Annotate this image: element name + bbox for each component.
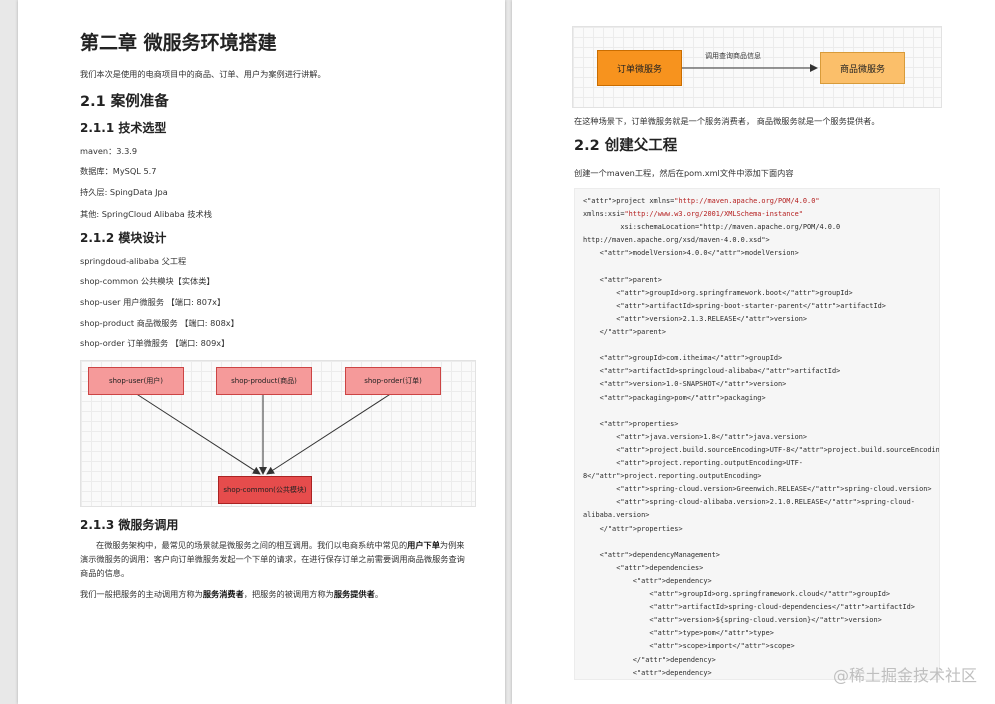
node-product-service: 商品微服务 bbox=[820, 52, 905, 84]
watermark: @稀土掘金技术社区 bbox=[832, 666, 977, 685]
code-line: <"attr">artifactId>spring-boot-starter-p… bbox=[583, 301, 886, 310]
code-line: <"attr">groupId>org.springframework.clou… bbox=[583, 590, 891, 598]
tech-item: 数据库：MySQL 5.7 bbox=[80, 166, 157, 176]
para2-text-c: ，把服务的被调用方称为 bbox=[243, 589, 334, 599]
para2-text-e: 。 bbox=[374, 589, 384, 599]
code-line: <"attr">modelVersion>4.0.0</"attr">model… bbox=[583, 249, 799, 258]
tech-item: 其他: SpringCloud Alibaba 技术栈 bbox=[80, 209, 212, 219]
chapter-title: 第二章 微服务环境搭建 bbox=[80, 32, 277, 54]
node-shop-order: shop-order(订单) bbox=[345, 367, 441, 395]
code-line: <"attr">artifactId>springcloud-alibaba</… bbox=[583, 367, 841, 376]
code-line: <"attr">version>1.0-SNAPSHOT</"attr">ver… bbox=[583, 380, 787, 389]
code-line: <"attr">version>${spring-cloud.version}<… bbox=[583, 616, 882, 625]
section-2-1-1-title: 2.1.1 技术选型 bbox=[80, 121, 167, 135]
code-line: </"attr">properties> bbox=[583, 524, 683, 533]
code-line: <"attr">dependencies> bbox=[583, 563, 704, 572]
section-2-2-title: 2.2 创建父工程 bbox=[574, 138, 678, 154]
module-diagram: shop-user(用户) shop-product(商品) shop-orde… bbox=[80, 360, 476, 507]
section-2-1-3-title: 2.1.3 微服务调用 bbox=[80, 518, 179, 532]
right-page: 订单微服务 调用查询商品信息 商品微服务 在这种场景下，订单微服务就是一个服务消… bbox=[512, 0, 995, 704]
node-order-service: 订单微服务 bbox=[597, 50, 682, 86]
paragraph-roles: 我们一般把服务的主动调用方称为服务消费者，把服务的被调用方称为服务提供者。 bbox=[80, 587, 472, 601]
code-line: <"attr">scope>import</"attr">scope> bbox=[583, 642, 795, 651]
node-shop-user: shop-user(用户) bbox=[88, 367, 184, 395]
section-2-1-2-title: 2.1.2 模块设计 bbox=[80, 231, 167, 245]
para1-bold: 用户下单 bbox=[407, 540, 440, 550]
code-line: <"attr">packaging>pom</"attr">packaging> bbox=[583, 393, 766, 402]
module-item: shop-user 用户微服务 【端口: 807x】 bbox=[80, 297, 226, 307]
module-item: shop-order 订单微服务 【端口: 809x】 bbox=[80, 338, 230, 348]
para2-text-a: 我们一般把服务的主动调用方称为 bbox=[80, 589, 203, 599]
section-2-1-title: 2.1 案例准备 bbox=[80, 94, 169, 110]
code-line: <"attr">groupId>org.springframework.boot… bbox=[583, 288, 853, 297]
tech-item: 持久层: SpingData Jpa bbox=[80, 187, 168, 197]
code-line: </"attr">dependency> bbox=[583, 655, 716, 664]
code-line: <"attr">dependency> bbox=[583, 576, 712, 585]
para1-text-a: 在微服务架构中，最常见的场景就是微服务之间的相互调用。我们以电商系统中常见的 bbox=[96, 540, 408, 550]
code-line: <"attr">parent> bbox=[583, 275, 662, 284]
code-line: <"attr">java.version>1.8</"attr">java.ve… bbox=[583, 432, 808, 441]
code-line: <"attr">artifactId>spring-cloud-dependen… bbox=[583, 603, 915, 612]
code-line: <"attr">project.build.sourceEncoding>UTF… bbox=[583, 445, 940, 454]
code-line: alibaba.version> bbox=[583, 511, 650, 520]
code-line: <"attr">spring-cloud-alibaba.version>2.1… bbox=[583, 498, 915, 507]
code-line: <"attr">project xmlns="http://maven.apac… bbox=[583, 197, 820, 205]
module-item: springdoud-alibaba 父工程 bbox=[80, 256, 187, 266]
code-line: <"attr">spring-cloud.version>Greenwich.R… bbox=[583, 485, 932, 494]
code-line: 8</"attr">project.reporting.outputEncodi… bbox=[583, 472, 762, 481]
tech-item: maven：3.3.9 bbox=[80, 146, 138, 156]
scenario-text: 在这种场景下，订单微服务就是一个服务消费者， 商品微服务就是一个服务提供者。 bbox=[574, 116, 880, 126]
left-page: 第二章 微服务环境搭建 我们本次是使用的电商项目中的商品、订单、用户为案例进行讲… bbox=[18, 0, 505, 704]
para2-bold-consumer: 服务消费者 bbox=[202, 589, 244, 599]
service-call-diagram: 订单微服务 调用查询商品信息 商品微服务 bbox=[572, 26, 942, 108]
arrow-label: 调用查询商品信息 bbox=[705, 52, 761, 60]
para2-bold-provider: 服务提供者 bbox=[333, 589, 375, 599]
code-line: xsi:schemaLocation="http://maven.apache.… bbox=[583, 223, 841, 232]
code-line: </"attr">parent> bbox=[583, 328, 667, 336]
code-line: <"attr">project.reporting.outputEncoding… bbox=[583, 459, 803, 467]
code-line: <"attr">dependencyManagement> bbox=[583, 550, 720, 559]
code-line: <"attr">dependency> bbox=[583, 668, 712, 677]
intro-text: 我们本次是使用的电商项目中的商品、订单、用户为案例进行讲解。 bbox=[80, 69, 326, 79]
code-line: <"attr">type>pom</"attr">type> bbox=[583, 629, 774, 638]
module-item: shop-product 商品微服务 【端口: 808x】 bbox=[80, 318, 239, 328]
node-shop-product: shop-product(商品) bbox=[216, 367, 312, 395]
module-item: shop-common 公共模块【实体类】 bbox=[80, 276, 215, 286]
code-line: <"attr">version>2.1.3.RELEASE</"attr">ve… bbox=[583, 314, 808, 323]
paragraph-call: 在微服务架构中，最常见的场景就是微服务之间的相互调用。我们以电商系统中常见的用户… bbox=[80, 538, 472, 580]
code-line: <"attr">groupId>com.itheima</"attr">grou… bbox=[583, 354, 783, 363]
code-line: http://maven.apache.org/xsd/maven-4.0.0.… bbox=[583, 236, 770, 245]
section-2-2-text: 创建一个maven工程，然后在pom.xml文件中添加下面内容 bbox=[574, 168, 794, 178]
code-block: <"attr">project xmlns="http://maven.apac… bbox=[574, 188, 940, 680]
code-line: <"attr">properties> bbox=[583, 419, 679, 428]
node-shop-common: shop-common(公共模块) bbox=[218, 476, 312, 504]
code-line: xmlns:xsi="http://www.w3.org/2001/XMLSch… bbox=[583, 210, 803, 219]
